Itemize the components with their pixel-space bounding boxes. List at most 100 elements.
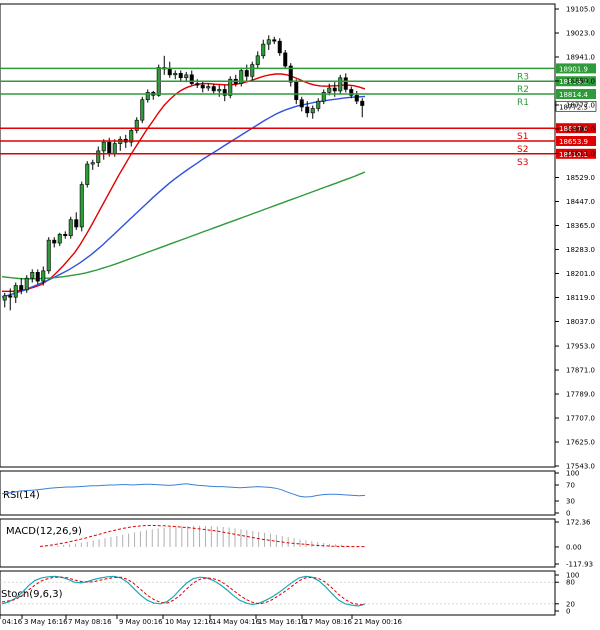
candle-body [107, 141, 112, 155]
stoch-title: Stoch(9,6,3) [1, 589, 63, 600]
moving-average-line [2, 73, 366, 292]
price-tick-label: 18283.0 [566, 246, 595, 254]
candle-body [57, 233, 62, 244]
macd-signal-line [39, 525, 365, 548]
price-tick-label: 17871.0 [566, 367, 595, 375]
candle-body [277, 40, 282, 54]
time-tick-label: 7 May 08:16 [68, 618, 112, 626]
candle-body [178, 73, 183, 79]
macd-panel: MACD(12,26,9) 172.36 0.00 -117.93 [6, 519, 593, 569]
price-tick-label: 17625.0 [566, 439, 595, 447]
time-tick-label: 15 May 16:16 [258, 618, 307, 626]
candle-body [112, 143, 117, 155]
moving-averages [1, 73, 366, 298]
time-tick-label: 17 May 08:16 [304, 618, 353, 626]
candle-body [184, 74, 189, 79]
price-tick-label: 18695.0 [566, 125, 595, 133]
candle-body [283, 52, 288, 67]
candle-body [52, 239, 57, 244]
candle-body [343, 77, 348, 90]
price-tick-label: 18859.0 [566, 77, 595, 85]
price-tick-label: 18119.0 [566, 294, 595, 302]
macd-panel-frame [0, 518, 556, 568]
candle-body [354, 95, 359, 102]
time-tick-label: 04:16 [2, 618, 23, 626]
price-tick-label: 18611.0 [566, 150, 595, 158]
candle-body [68, 219, 73, 237]
candle-body [41, 270, 46, 282]
candle-body [79, 184, 84, 228]
time-tick-label: 10 May 12:16 [165, 618, 214, 626]
candle-body [2, 295, 7, 301]
time-tick-label: 9 May 00:16 [119, 618, 163, 626]
macd-title: MACD(12,26,9) [6, 526, 82, 537]
time-tick-label: 14 May 04:16 [212, 618, 261, 626]
candle-body [173, 73, 178, 76]
candle-body [211, 86, 216, 92]
candle-body [310, 108, 315, 114]
candle-body [244, 70, 249, 77]
level-tag-label: 18653.9 [559, 138, 588, 146]
price-tick-label: 18201.0 [566, 270, 595, 278]
candle-body [360, 100, 365, 106]
time-tick-label: 3 May 16:16 [24, 618, 68, 626]
level-tag-label: 18814.4 [559, 91, 588, 99]
candle-body [294, 81, 299, 100]
price-tick-label: 18941.0 [566, 53, 595, 61]
candle-body [327, 87, 332, 93]
price-tick-label: 17953.0 [566, 343, 595, 351]
price-tick-label: 19023.0 [566, 29, 595, 37]
candle-body [35, 272, 40, 282]
moving-average-line [1, 95, 366, 298]
candle-body [8, 295, 13, 298]
level-tag-label: 18901.9 [559, 65, 588, 73]
candle-body [200, 84, 205, 89]
price-tick-label: 18777.0 [566, 101, 595, 109]
candle-body [195, 83, 200, 86]
moving-average-line [1, 171, 366, 280]
chart-root: R3 18901.9 R2 18858.1 R1 18814.4 S1 18697.6 S2 18… [0, 0, 600, 630]
rsi-tick-label: 100 [566, 470, 579, 478]
macd-tick-label: -117.93 [566, 561, 593, 569]
time-axis: 04:16 3 May 16:16 7 May 08:16 9 May 00:16 10… [0, 615, 403, 626]
price-tick-label: 17789.0 [566, 391, 595, 399]
candle-body [266, 39, 271, 45]
candle-body [74, 219, 79, 228]
stoch-panel: Stoch(9,6,3) 10080200 [0, 572, 579, 616]
macd-tick-label: 0.00 [566, 543, 582, 551]
candle-body [24, 277, 29, 291]
candle-body [189, 74, 194, 84]
candle-body [338, 77, 343, 92]
candle-body [85, 163, 90, 185]
candle-body [90, 162, 95, 165]
panel-frames [0, 3, 556, 616]
candle-body [19, 285, 24, 291]
candle-body [206, 86, 211, 89]
candle-body [217, 89, 222, 92]
price-tick-label: 18529.0 [566, 174, 595, 182]
candle-body [96, 150, 101, 163]
price-axis: 19105.0 19023.0 18941.0 18859.0 18777.0 18695… [555, 6, 595, 471]
candle-body [167, 68, 172, 76]
rsi-tick-label: 0 [566, 510, 570, 518]
candle-body [140, 99, 145, 121]
candle-body [255, 55, 260, 65]
candle-body [63, 233, 68, 237]
candle-body [272, 39, 277, 42]
candle-body [30, 272, 35, 279]
rsi-panel: RSI(14) 100 70 30 0 [1, 470, 579, 518]
macd-tick-label: 172.36 [566, 519, 591, 527]
candle-body [305, 106, 310, 114]
time-tick-label: 21 May 00:16 [354, 618, 403, 626]
rsi-panel-frame [0, 470, 556, 516]
price-tick-label: 18037.0 [566, 318, 595, 326]
level-name: R1 [517, 98, 529, 108]
candle-body [46, 239, 51, 272]
rsi-line [1, 483, 366, 498]
stoch-tick-label: 80 [566, 579, 575, 587]
rsi-tick-label: 70 [566, 482, 575, 490]
chart-svg: R318901.9R218858.1R118814.4S118697.6S218… [0, 3, 597, 626]
candle-body [13, 285, 18, 298]
candle-body [250, 64, 255, 77]
price-tick-label: 18447.0 [566, 198, 595, 206]
